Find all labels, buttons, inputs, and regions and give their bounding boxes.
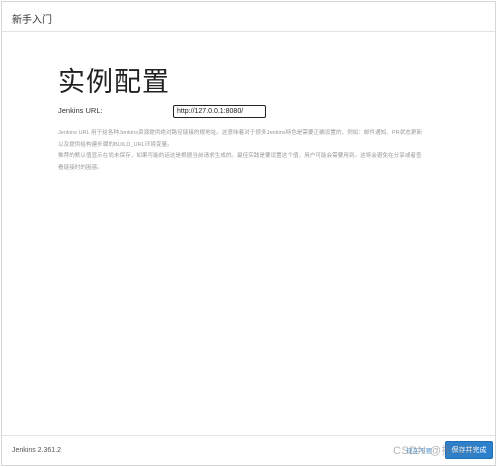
setup-wizard-dialog: 新手入门 实例配置 Jenkins URL: http://127.0.0.1:… — [1, 1, 496, 466]
jenkins-url-input[interactable]: http://127.0.0.1:8080/ — [173, 105, 266, 118]
help-line: 推荐的默认值显示在尚未保存，如果可能的话这是根据当前请求生成的。最佳实践是要设置… — [58, 153, 422, 159]
help-line: 以及提供给构建步骤的BUILD_URL环境变量。 — [58, 141, 173, 148]
dialog-title: 新手入门 — [12, 15, 52, 26]
dialog-header: 新手入门 — [2, 2, 495, 32]
page-title: 实例配置 — [58, 67, 170, 98]
jenkins-url-label: Jenkins URL: — [58, 106, 103, 115]
help-line: 看链接时的困惑。 — [58, 164, 103, 171]
save-and-finish-button[interactable]: 保存并完成 — [445, 441, 493, 459]
help-line: Jenkins URL 用于给各种Jenkins资源提供绝对路径链接的根地址。这… — [58, 130, 423, 136]
not-now-button[interactable]: 现在不要 — [406, 445, 432, 455]
dialog-footer: Jenkins 2.361.2 现在不要 保存并完成 — [2, 435, 495, 465]
jenkins-version: Jenkins 2.361.2 — [12, 447, 62, 454]
jenkins-url-help-text: Jenkins URL 用于给各种Jenkins资源提供绝对路径链接的根地址。这… — [58, 128, 486, 174]
